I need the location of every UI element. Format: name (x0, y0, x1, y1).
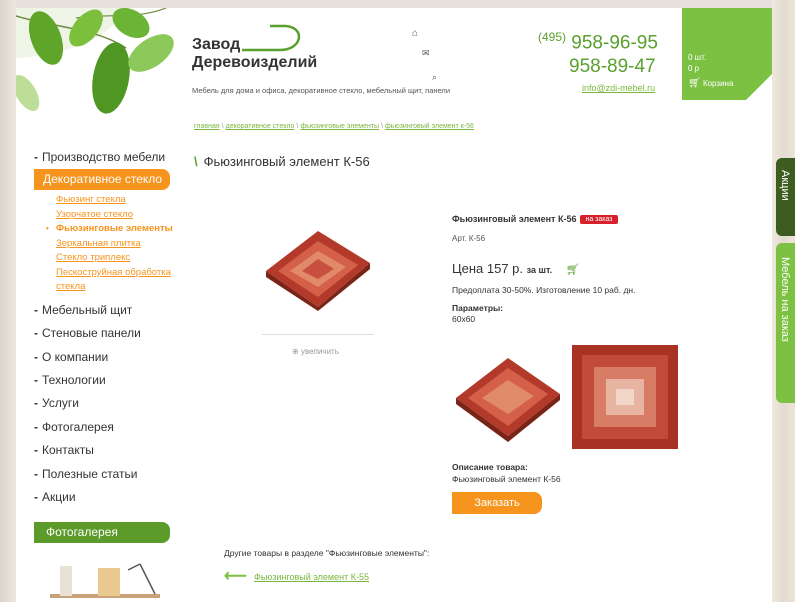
params-value: 60x60 (452, 314, 476, 324)
phone-1-number: 958-96-95 (571, 32, 658, 54)
menu-item-about[interactable]: -О компании (34, 346, 194, 369)
menu-item-contacts[interactable]: - Контакты (34, 439, 194, 462)
email-link[interactable]: info@zdi-mebel.ru (582, 83, 655, 93)
cart-count: 0 шт. (688, 53, 707, 62)
phone-2: 958-89-47 (569, 56, 656, 77)
submenu-item-triplex-glass[interactable]: Стекло триплекс (56, 251, 194, 266)
cart-panel[interactable]: 0 шт. 0 р 🛒︎ Корзина (682, 8, 772, 100)
other-products-heading: Другие товары в разделе "Фьюзинговые эле… (224, 548, 430, 558)
zoom-link[interactable]: ⊕ увеличить (292, 347, 339, 356)
order-button[interactable]: Заказать (452, 492, 542, 514)
side-tab-promotions-label: Акции (779, 170, 791, 201)
menu-item-gallery[interactable]: - Фотогалерея (34, 416, 194, 439)
arrow-left-icon[interactable]: ⟵ (224, 569, 247, 585)
menu-item-technologies[interactable]: - Технологии (34, 369, 194, 392)
prepayment-info: Предоплата 30-50%. Изготовление 10 раб. … (452, 285, 636, 295)
params-label: Параметры: (452, 303, 504, 313)
breadcrumb-home[interactable]: главная (194, 123, 220, 130)
submenu-item-patterned-glass[interactable]: Узорчатое стекло (56, 208, 194, 223)
side-tab-promotions[interactable]: Акции (776, 158, 795, 236)
search-icon[interactable]: ⌕ (432, 72, 437, 83)
product-thumbnail-1[interactable] (452, 352, 564, 442)
zoom-icon: ⊕ (292, 347, 299, 356)
left-menu: - Производство мебели Декоративное стекло… (34, 146, 194, 509)
leaves-decoration (16, 8, 186, 148)
submenu-item-fusing-elements[interactable]: Фьюзинговые элементы (46, 222, 194, 237)
logo[interactable]: Завод Деревоизделий (192, 24, 318, 72)
menu-item-articles[interactable]: - Полезные статьи (34, 463, 194, 486)
product-thumbnail-2[interactable] (572, 345, 678, 449)
side-tab-custom-furniture[interactable]: Мебель на заказ (776, 243, 795, 403)
background-left (0, 0, 16, 602)
cart-link[interactable]: 🛒︎ Корзина (688, 78, 733, 89)
logo-line2: Деревоизделий (192, 54, 318, 71)
breadcrumb-fusing-elements[interactable]: фьюзинговые элементы (300, 123, 379, 130)
add-to-cart-icon[interactable]: 🛒︎ (566, 264, 580, 276)
breadcrumb-current[interactable]: фьюзинговый элемент к-56 (385, 123, 474, 130)
cart-label: Корзина (702, 79, 734, 88)
breadcrumb: главная \ декоративное стекло \ фьюзинговые … (194, 123, 474, 130)
menu-item-wall-panels[interactable]: - Стеновые панели (34, 322, 194, 345)
tagline: Мебель для дома и офиса, декоративное ст… (192, 86, 451, 95)
cart-sum: 0 р (688, 64, 700, 73)
page-title: \ Фьюзинговый элемент К-56 (194, 154, 370, 169)
submenu-item-mirror-tile[interactable]: Зеркальная плитка (56, 237, 194, 252)
photo-gallery-heading[interactable]: Фотогалерея (34, 522, 170, 543)
prev-product-link[interactable]: Фьюзинговый элемент К-55 (254, 572, 369, 582)
page-title-text: Фьюзинговый элемент К-56 (203, 154, 370, 169)
description-value: Фьюзинговый элемент К-56 (452, 474, 561, 484)
phone-code: (495) (538, 30, 567, 44)
menu-item-services[interactable]: - Услуги (34, 392, 194, 415)
zoom-label: увеличить (300, 347, 339, 356)
home-icon[interactable]: ⌂ (412, 28, 418, 39)
menu-item-furniture-production[interactable]: - Производство мебели (34, 146, 194, 169)
product-main-image[interactable] (262, 223, 374, 311)
cart-icon: 🛒︎ (688, 78, 701, 89)
submenu-item-sandblasting[interactable]: Пескоструйная обработка стекла (56, 266, 176, 295)
submenu-item-fusing-glass[interactable]: Фьюзинг стекла (56, 193, 194, 208)
description-label: Описание товара: (452, 462, 528, 472)
product-name: Фьюзинговый элемент К-56 на заказ (452, 214, 618, 224)
product-article: Арт. К-56 (452, 234, 486, 243)
image-divider (262, 334, 374, 335)
product-price: Цена 157 р. за шт. 🛒︎ (452, 261, 580, 276)
mail-icon[interactable]: ✉ (422, 48, 430, 59)
menu-item-decorative-glass[interactable]: Декоративное стекло (34, 169, 170, 191)
on-order-badge: на заказ (580, 215, 618, 224)
menu-item-promotions[interactable]: - Акции (34, 486, 194, 509)
phone-1: (495) 958-96-95 (538, 30, 658, 54)
breadcrumb-decor-glass[interactable]: декоративное стекло (226, 123, 295, 130)
photo-gallery-thumbnail[interactable] (40, 556, 170, 602)
submenu: Фьюзинг стекла Узорчатое стекло Фьюзинго… (34, 193, 194, 295)
logo-arc-icon (242, 24, 301, 52)
menu-item-furniture-panel[interactable]: - Мебельный щит (34, 299, 194, 322)
side-tab-custom-furniture-label: Мебель на заказ (779, 257, 791, 342)
page-container: Завод Деревоизделий Мебель для дома и оф… (16, 8, 772, 602)
